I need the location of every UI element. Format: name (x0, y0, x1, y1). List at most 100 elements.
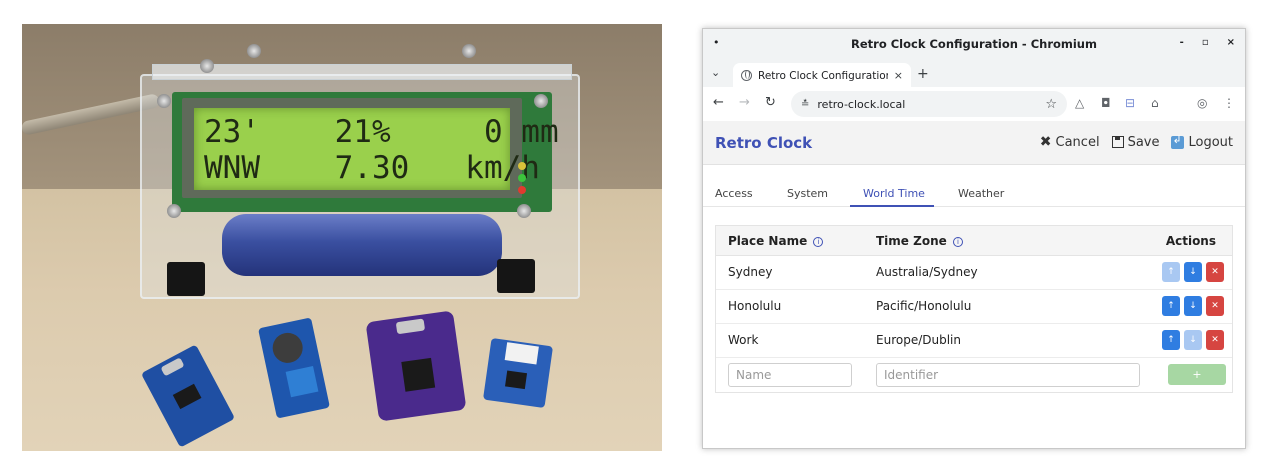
sensor-chip (505, 370, 528, 390)
move-up-button[interactable]: ↑ (1162, 262, 1180, 282)
col-time-zone-label: Time Zone (876, 234, 947, 248)
move-down-button[interactable]: ↓ (1184, 296, 1202, 316)
settings-panel: Access System World Time Weather Place N… (703, 165, 1245, 448)
name-input[interactable] (728, 363, 852, 387)
col-place-name: Place Name i (728, 234, 824, 248)
table-header: Place Name i Time Zone i Actions (716, 226, 1232, 256)
cross-icon: ✖ (1039, 134, 1052, 150)
app-brand: Retro Clock (715, 134, 813, 152)
usb-c-port (160, 357, 185, 377)
info-icon[interactable]: i (813, 237, 824, 247)
chip (172, 383, 202, 410)
place-name-cell: Sydney (728, 265, 773, 279)
site-info-icon[interactable]: ≛ (801, 99, 809, 110)
move-up-button[interactable]: ↑ (1162, 330, 1180, 350)
profile-icon[interactable]: ◎ (1197, 96, 1207, 110)
delete-button[interactable]: ✕ (1206, 330, 1224, 350)
page-content: Retro Clock ✖ Cancel Save Logout Access (703, 121, 1245, 448)
save-button[interactable]: Save (1111, 134, 1160, 150)
tab-system[interactable]: System (787, 187, 828, 200)
case-foot (497, 259, 535, 293)
delete-button[interactable]: ✕ (1206, 262, 1224, 282)
screw (200, 59, 214, 73)
screw (247, 44, 261, 58)
col-actions: Actions (1165, 234, 1216, 248)
time-zone-cell: Pacific/Honolulu (876, 299, 972, 313)
mcu-chip (401, 357, 436, 392)
tab-world-time[interactable]: World Time (863, 187, 925, 200)
lcd-line-2: WNW 7.30 km/h (204, 150, 540, 186)
settings-tabs: Access System World Time Weather (703, 179, 1245, 207)
url-text[interactable]: retro-clock.local (817, 98, 1037, 111)
tab-access[interactable]: Access (715, 187, 753, 200)
microcontroller-board (365, 310, 467, 422)
tab-close-icon[interactable]: × (894, 69, 903, 82)
usb-c-port (395, 318, 426, 335)
device-photo: 23' 21% 0 mm WNW 7.30 km/h (22, 24, 662, 451)
battery-cell (222, 214, 502, 276)
kebab-menu-icon[interactable]: ⋮ (1223, 96, 1235, 110)
window-title: Retro Clock Configuration - Chromium (851, 37, 1097, 51)
puzzle-icon[interactable]: ⌂ (1151, 96, 1159, 110)
screw (534, 94, 548, 108)
world-time-table: Place Name i Time Zone i Actions Sydney … (715, 225, 1233, 393)
screw (157, 94, 171, 108)
tab-strip: ⌄ Retro Clock Configuration × + (703, 59, 1245, 88)
new-entry-row: + (716, 358, 1232, 392)
camera-icon[interactable]: ◘ (1101, 96, 1111, 110)
browser-window: • Retro Clock Configuration - Chromium -… (702, 28, 1246, 449)
acrylic-case-top (152, 64, 572, 80)
address-bar[interactable]: ≛ retro-clock.local ☆ (791, 91, 1067, 117)
screw (167, 204, 181, 218)
table-row: Sydney Australia/Sydney ↑ ↓ ✕ (716, 256, 1232, 290)
minimize-icon[interactable]: - (1180, 37, 1184, 48)
col-place-name-label: Place Name (728, 234, 808, 248)
move-down-button[interactable]: ↓ (1184, 262, 1202, 282)
lcd-line-1: 23' 21% 0 mm (204, 114, 559, 150)
bookmark-star-icon[interactable]: ☆ (1045, 97, 1057, 112)
close-icon[interactable]: × (1227, 37, 1235, 48)
time-zone-cell: Australia/Sydney (876, 265, 978, 279)
globe-icon (741, 70, 752, 81)
led-green (518, 174, 526, 182)
move-down-button[interactable]: ↓ (1184, 330, 1202, 350)
place-name-cell: Work (728, 333, 759, 347)
place-name-cell: Honolulu (728, 299, 782, 313)
move-up-button[interactable]: ↑ (1162, 296, 1180, 316)
tab-weather[interactable]: Weather (958, 187, 1004, 200)
forward-arrow-icon[interactable]: → (739, 96, 750, 110)
browser-toolbar: ← → ↻ ≛ retro-clock.local ☆ △ ◘ ⊟ ⌂ ◎ ⋮ (703, 87, 1245, 121)
identifier-input[interactable] (876, 363, 1140, 387)
add-button[interactable]: + (1168, 364, 1226, 385)
save-label: Save (1127, 134, 1160, 150)
time-zone-cell: Europe/Dublin (876, 333, 961, 347)
maximize-icon[interactable]: ▫ (1202, 37, 1209, 48)
table-row: Honolulu Pacific/Honolulu ↑ ↓ ✕ (716, 290, 1232, 324)
back-arrow-icon[interactable]: ← (713, 96, 724, 110)
logout-label: Logout (1188, 134, 1233, 150)
info-icon[interactable]: i (952, 237, 963, 247)
screw (462, 44, 476, 58)
led-red (518, 186, 526, 194)
logout-button[interactable]: Logout (1171, 133, 1233, 150)
window-titlebar: • Retro Clock Configuration - Chromium -… (703, 29, 1245, 59)
floppy-disk-icon (1111, 136, 1124, 148)
active-tab-indicator (850, 205, 934, 207)
tab-title: Retro Clock Configuration (758, 69, 888, 82)
app-header: Retro Clock ✖ Cancel Save Logout (703, 121, 1245, 165)
bookmark-icon[interactable]: ⊟ (1125, 96, 1135, 110)
potentiometer (285, 366, 319, 398)
reload-icon[interactable]: ↻ (765, 96, 776, 110)
col-time-zone: Time Zone i (876, 234, 963, 248)
case-foot (167, 262, 205, 296)
browser-tab[interactable]: Retro Clock Configuration × (733, 63, 911, 88)
tab-search-chevron-icon[interactable]: ⌄ (711, 66, 720, 79)
cancel-label: Cancel (1055, 134, 1100, 150)
lcd-display: 23' 21% 0 mm WNW 7.30 km/h (194, 108, 559, 190)
delete-button[interactable]: ✕ (1206, 296, 1224, 316)
new-tab-plus-icon[interactable]: + (917, 67, 929, 81)
table-row: Work Europe/Dublin ↑ ↓ ✕ (716, 324, 1232, 358)
extension-icon[interactable]: △ (1075, 96, 1084, 110)
cancel-button[interactable]: ✖ Cancel (1040, 134, 1100, 150)
light-sensor-module (482, 337, 554, 409)
